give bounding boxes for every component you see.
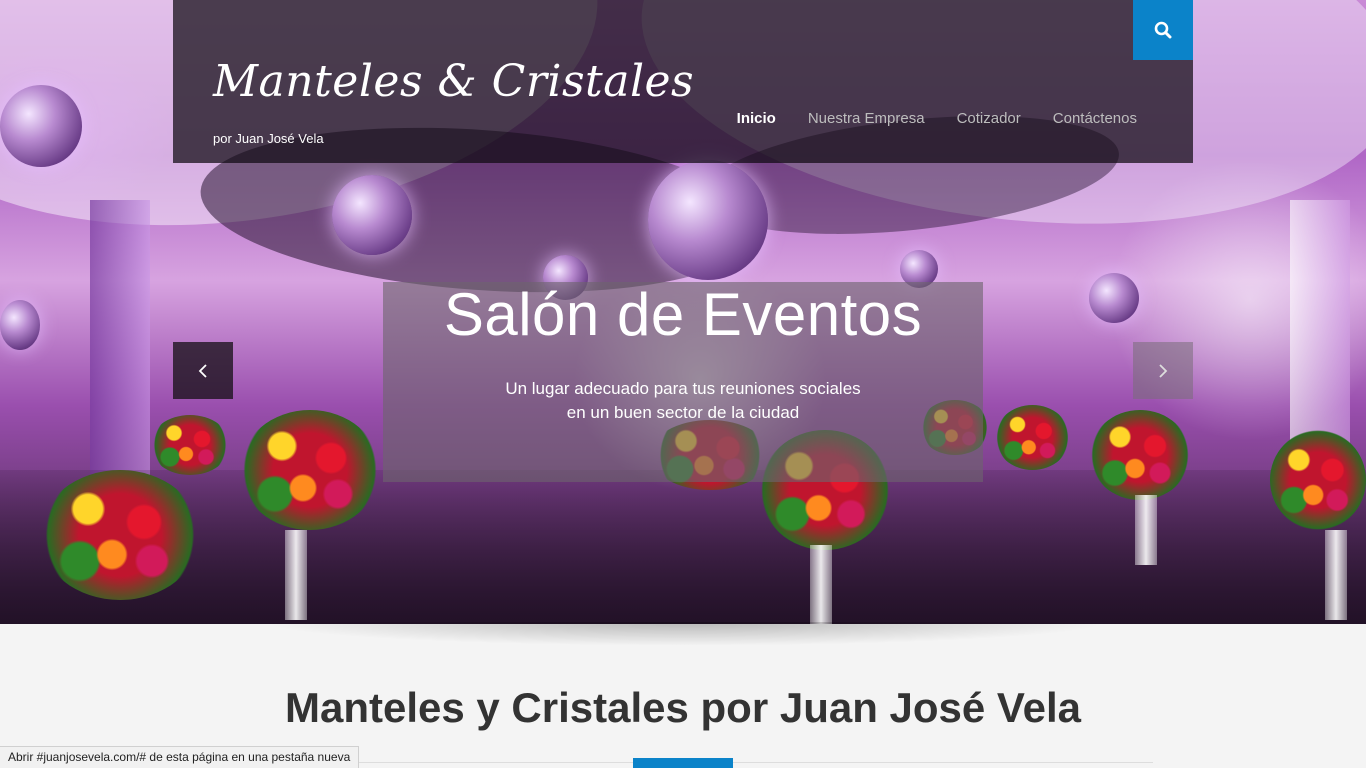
flower-arrangement bbox=[150, 415, 230, 475]
section-title-bold: Manteles y Cristales bbox=[284, 684, 689, 731]
chevron-left-icon bbox=[198, 363, 207, 378]
vase bbox=[810, 545, 832, 624]
vase bbox=[1325, 530, 1347, 620]
disco-ball bbox=[1089, 273, 1139, 323]
flower-arrangement bbox=[40, 470, 200, 600]
slide-title: Salón de Eventos bbox=[443, 281, 923, 348]
search-icon bbox=[1154, 21, 1172, 39]
chevron-right-icon bbox=[1159, 363, 1168, 378]
flower-arrangement bbox=[240, 410, 380, 530]
browser-status-bar: Abrir #juanjosevela.com/# de esta página… bbox=[0, 746, 360, 768]
nav-item-cotizador[interactable]: Cotizador bbox=[957, 110, 1021, 127]
pillar-decoration bbox=[90, 200, 150, 500]
slider-next-button[interactable] bbox=[1133, 342, 1193, 399]
vase bbox=[285, 530, 307, 620]
disco-ball bbox=[648, 160, 768, 280]
slide-subtitle-line2: en un buen sector de la ciudad bbox=[566, 403, 800, 422]
nav-item-nuestra-empresa[interactable]: Nuestra Empresa bbox=[808, 110, 925, 127]
slide-subtitle: Un lugar adecuado para tus reuniones soc… bbox=[383, 377, 983, 425]
flower-arrangement bbox=[1090, 410, 1190, 500]
site-header: Manteles & Cristales por Juan José Vela … bbox=[173, 0, 1193, 163]
vase bbox=[1135, 495, 1157, 565]
site-logo[interactable]: Manteles & Cristales bbox=[213, 56, 694, 107]
flower-arrangement bbox=[995, 405, 1070, 470]
slider-shadow bbox=[260, 622, 1110, 646]
search-button[interactable] bbox=[1133, 0, 1193, 60]
flower-arrangement bbox=[1270, 430, 1366, 530]
disco-ball bbox=[332, 175, 412, 255]
slide-subtitle-line1: Un lugar adecuado para tus reuniones soc… bbox=[505, 379, 861, 398]
section-title: Manteles y Cristales por Juan José Vela bbox=[0, 684, 1366, 732]
disco-ball bbox=[0, 300, 40, 350]
section-title-rest: por Juan José Vela bbox=[688, 684, 1082, 731]
nav-item-contactenos[interactable]: Contáctenos bbox=[1053, 110, 1137, 127]
main-nav: Inicio Nuestra Empresa Cotizador Contáct… bbox=[737, 110, 1137, 127]
site-tagline: por Juan José Vela bbox=[213, 131, 324, 146]
nav-item-inicio[interactable]: Inicio bbox=[737, 110, 776, 127]
slider-prev-button[interactable] bbox=[173, 342, 233, 399]
slide-caption: Salón de Eventos Un lugar adecuado para … bbox=[383, 282, 983, 482]
section-accent-bar bbox=[633, 758, 733, 768]
disco-ball bbox=[0, 85, 82, 167]
